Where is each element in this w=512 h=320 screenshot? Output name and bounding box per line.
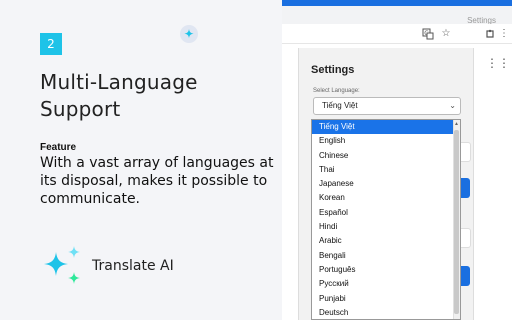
feature-title: Multi-Language Support	[40, 70, 198, 121]
dropdown-scrollbar[interactable]: ▲	[453, 120, 460, 319]
option-arabic[interactable]: Arabic	[312, 234, 460, 248]
option-japanese[interactable]: Japanese	[312, 177, 460, 191]
popup-title: Settings	[311, 64, 355, 76]
option-chinese[interactable]: Chinese	[312, 149, 460, 163]
browser-toolbar: G ☆ ⋮	[282, 24, 512, 44]
extensions-icon[interactable]	[484, 28, 496, 40]
extension-active-icon[interactable]	[180, 25, 198, 43]
language-select-value: Tiếng Việt	[322, 101, 358, 110]
option-bengali[interactable]: Bengali	[312, 249, 460, 263]
option-deutsch[interactable]: Deutsch	[312, 306, 460, 319]
promo-panel: 2 Multi-Language Support Feature With a …	[0, 0, 282, 320]
feature-label: Feature	[40, 142, 77, 153]
scroll-up-icon[interactable]: ▲	[454, 121, 459, 127]
option-english[interactable]: English	[312, 134, 460, 148]
option-hindi[interactable]: Hindi	[312, 220, 460, 234]
feature-description: With a vast array of languages at its di…	[40, 155, 274, 207]
option-tieng-viet[interactable]: Tiếng Việt	[312, 120, 460, 135]
brand: Translate AI	[40, 244, 240, 290]
option-portugues[interactable]: Português	[312, 263, 460, 277]
option-espanol[interactable]: Español	[312, 206, 460, 220]
star-icon[interactable]: ☆	[440, 28, 452, 40]
option-korean[interactable]: Korean	[312, 191, 460, 205]
option-punjabi[interactable]: Punjabi	[312, 292, 460, 306]
select-language-label: Select Language:	[313, 88, 360, 94]
chevron-down-icon: ⌄	[449, 101, 456, 110]
step-badge: 2	[40, 33, 62, 55]
option-thai[interactable]: Thai	[312, 163, 460, 177]
option-russian[interactable]: Русский	[312, 277, 460, 291]
translate-icon[interactable]: G	[422, 28, 434, 40]
scrollbar-thumb[interactable]	[454, 130, 459, 314]
sparkle-logo-icon	[44, 246, 80, 284]
language-dropdown-list[interactable]: Tiếng Việt English Chinese Thai Japanese…	[311, 119, 461, 320]
more-menu-icon[interactable]: ⋮	[498, 28, 510, 40]
language-select[interactable]: Tiếng Việt ⌄	[313, 97, 461, 115]
apps-grid-icon[interactable]: ⋮⋮	[486, 57, 510, 69]
tab-strip: Settings	[282, 6, 512, 25]
brand-name: Translate AI	[92, 258, 174, 274]
